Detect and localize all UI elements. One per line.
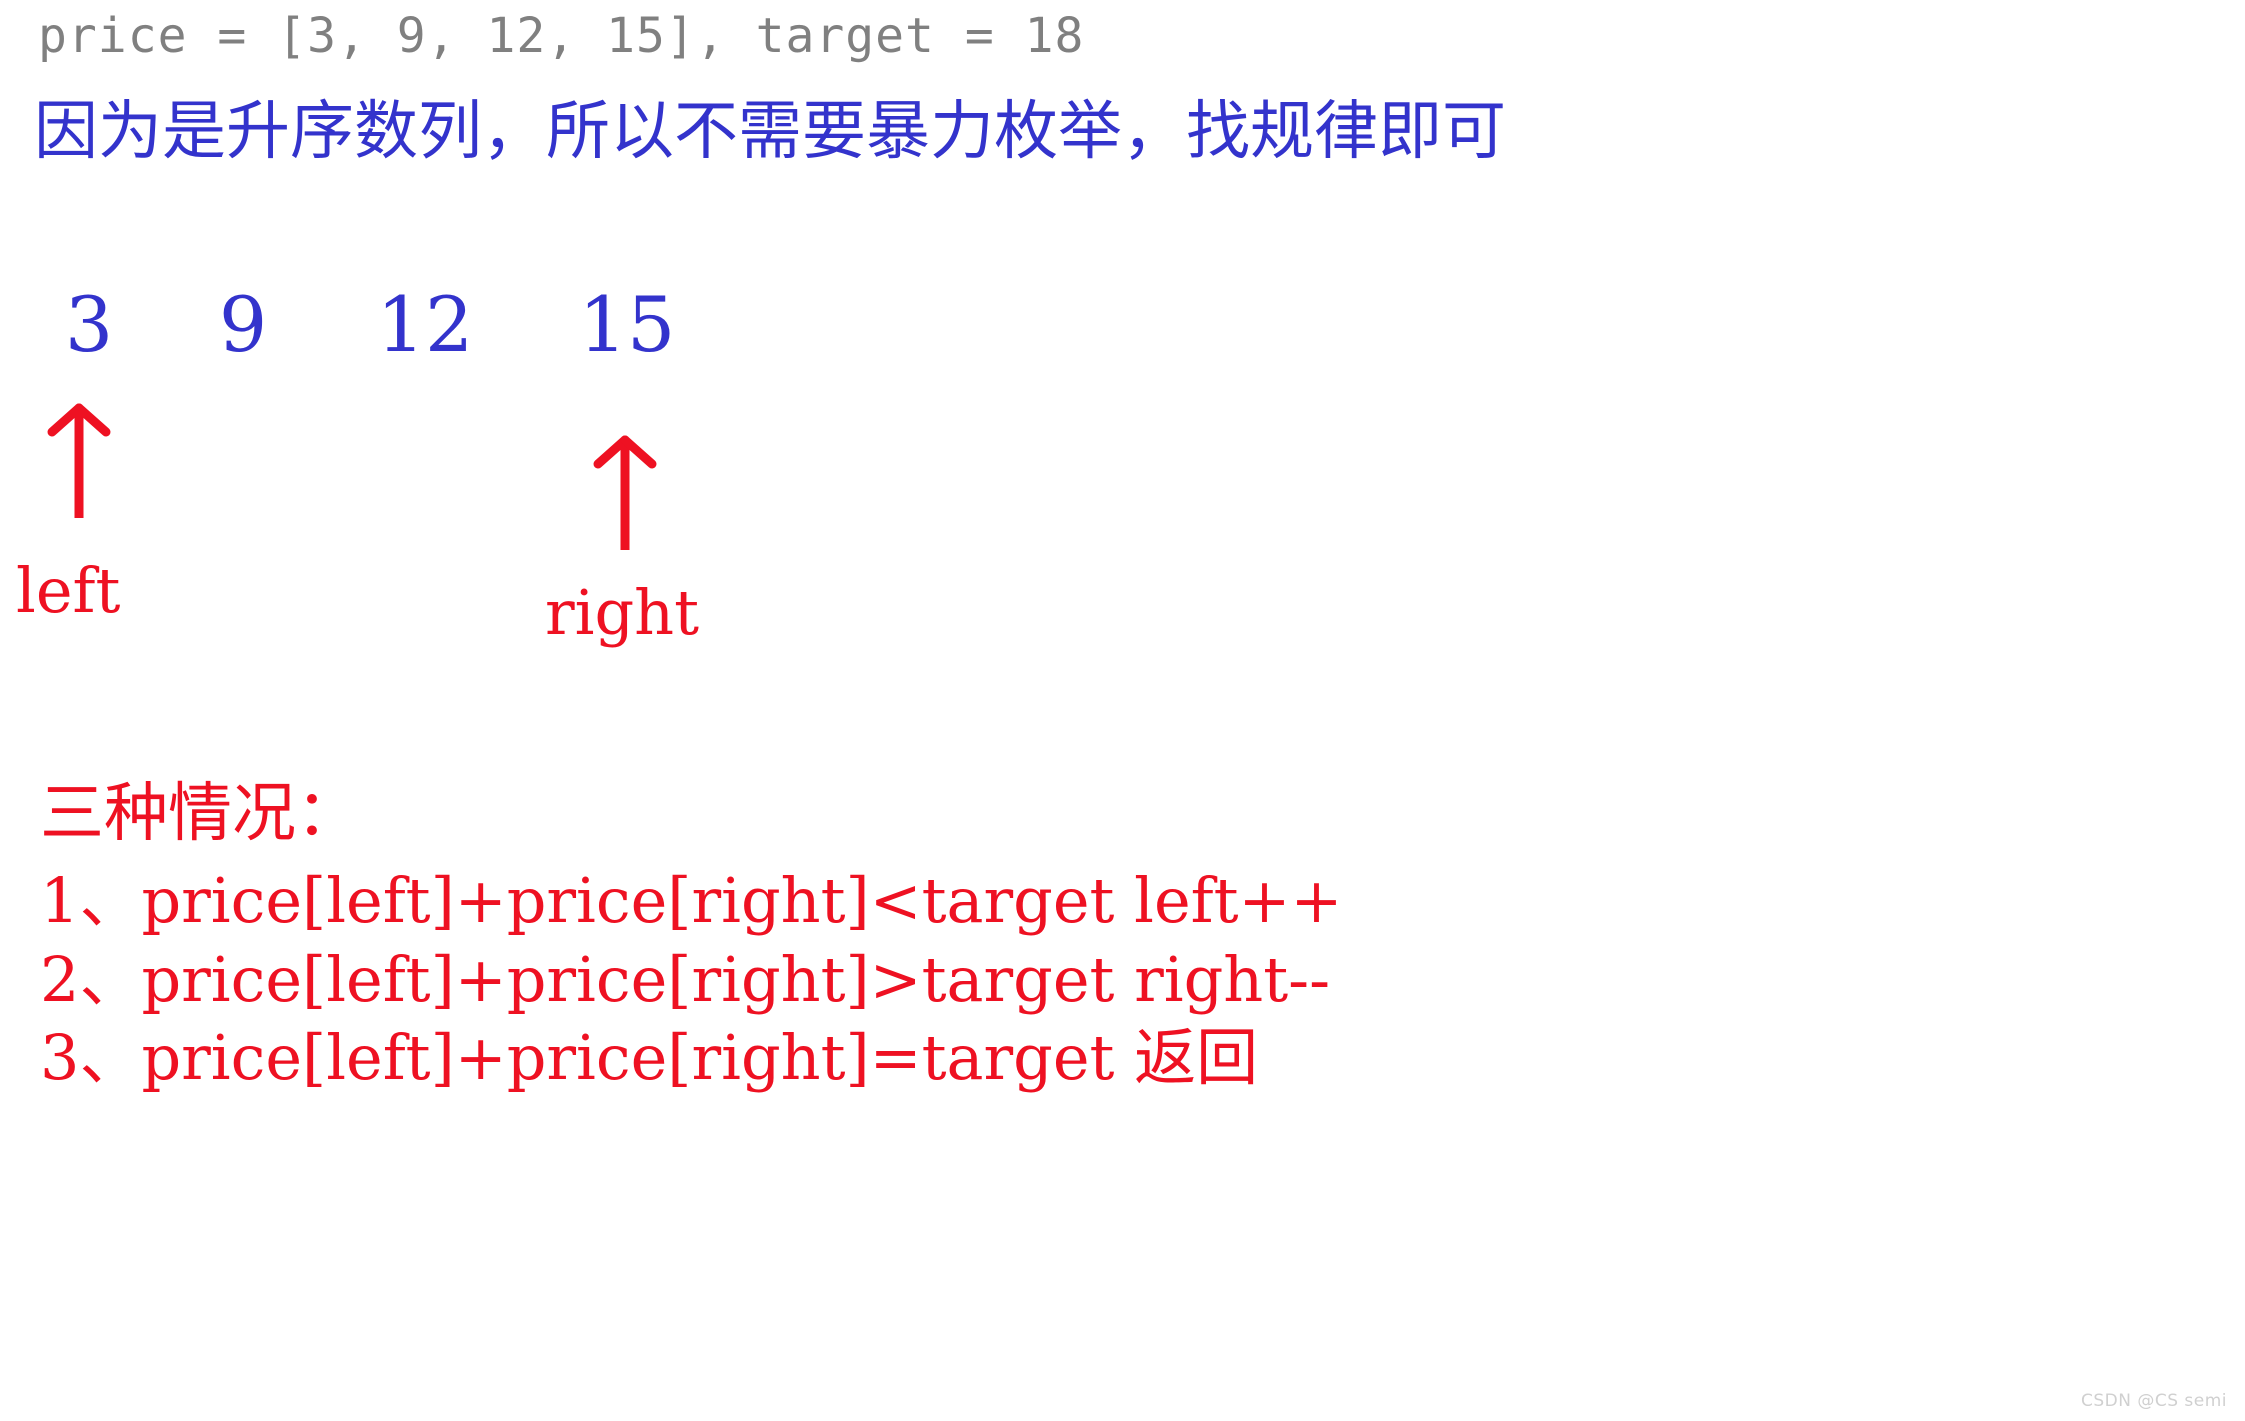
explanation-note: 因为是升序数列，所以不需要暴力枚举，找规律即可 xyxy=(34,95,1506,169)
right-pointer-label: right xyxy=(545,576,700,649)
right-pointer-up-arrow-icon xyxy=(590,432,660,552)
left-pointer-label: left xyxy=(16,554,121,627)
cases-block: 三种情况： 1、price[left]+price[right]<target … xyxy=(40,782,2140,1098)
array-value: 12 xyxy=(376,280,474,369)
array-value: 3 xyxy=(64,280,114,369)
array-values-row: 3 9 12 15 xyxy=(0,287,1100,387)
case-item: 1、price[left]+price[right]<target left++ xyxy=(40,864,1343,937)
array-value: 15 xyxy=(578,280,676,369)
code-header-line: price = [3, 9, 12, 15], target = 18 xyxy=(38,8,1085,64)
array-value: 9 xyxy=(218,280,268,369)
cases-title: 三种情况： xyxy=(40,777,360,851)
case-item: 2、price[left]+price[right]>target right-… xyxy=(40,942,1331,1016)
left-pointer-up-arrow-icon xyxy=(44,400,114,520)
case-item: 3、price[left]+price[right]=target 返回 xyxy=(40,1021,1259,1095)
csdn-watermark: CSDN @CS semi xyxy=(2080,1391,2227,1411)
